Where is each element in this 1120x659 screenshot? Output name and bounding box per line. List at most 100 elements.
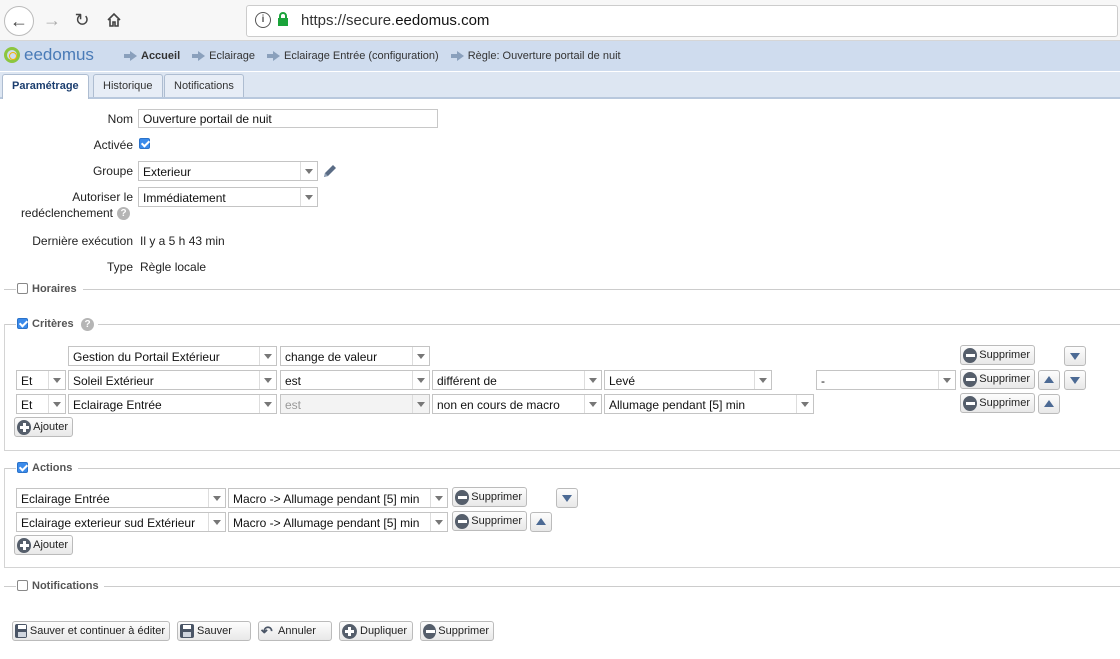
- action-device-select[interactable]: Eclairage Entrée: [16, 488, 226, 508]
- plus-circle-icon: [17, 419, 32, 435]
- home-icon[interactable]: [100, 6, 128, 34]
- horaires-title: Horaires: [32, 283, 77, 295]
- type-label: Type: [106, 260, 133, 274]
- address-bar[interactable]: i https://secure.eedomus.com: [246, 5, 1118, 37]
- eedomus-logo[interactable]: eedomus: [4, 45, 94, 65]
- notifications-checkbox[interactable]: [17, 580, 28, 591]
- horaires-checkbox[interactable]: [17, 283, 28, 294]
- chevron-down-icon: [584, 371, 601, 389]
- help-icon[interactable]: ?: [117, 207, 130, 220]
- chevron-down-icon: [208, 513, 225, 531]
- derniere-execution-value: Il y a 5 h 43 min: [140, 234, 225, 248]
- criteria-operator-select[interactable]: Et: [16, 370, 66, 390]
- chevron-down-icon: [259, 395, 276, 413]
- autoriser-label: Autoriser le: [72, 190, 133, 204]
- chevron-down-icon: [412, 347, 429, 365]
- tab-historique[interactable]: Historique: [93, 74, 163, 97]
- criteria-device-select[interactable]: Soleil Extérieur: [68, 370, 277, 390]
- floppy-disk-icon: [180, 624, 194, 638]
- chevron-down-icon: [259, 371, 276, 389]
- criteria-device-select[interactable]: Gestion du Portail Extérieur: [68, 346, 277, 366]
- supprimer-action-button[interactable]: Supprimer: [452, 511, 527, 531]
- action-select[interactable]: Macro -> Allumage pendant [5] min: [228, 488, 448, 508]
- move-down-button[interactable]: [556, 488, 578, 508]
- forward-arrow-icon[interactable]: →: [38, 6, 66, 34]
- criteria-comparator-select[interactable]: différent de: [432, 370, 602, 390]
- groupe-label: Groupe: [92, 164, 133, 178]
- breadcrumb-item[interactable]: Accueil: [141, 50, 180, 62]
- move-up-button[interactable]: [1038, 370, 1060, 390]
- chevron-down-icon: [430, 489, 447, 507]
- activee-label: Activée: [93, 138, 133, 152]
- chevron-down-icon: [300, 188, 317, 206]
- action-select[interactable]: Macro -> Allumage pendant [5] min: [228, 512, 448, 532]
- chevron-down-icon: [48, 395, 65, 413]
- section-divider: [4, 586, 16, 587]
- criteria-device-select[interactable]: Eclairage Entrée: [68, 394, 277, 414]
- undo-arrow-icon: ↶: [261, 623, 273, 639]
- autoriser-select[interactable]: Immédiatement: [138, 187, 318, 207]
- criteria-extra-select[interactable]: -: [816, 370, 956, 390]
- chevron-down-icon: [412, 371, 429, 389]
- criteria-operator-select[interactable]: Et: [16, 394, 66, 414]
- chevron-down-icon: [300, 162, 317, 180]
- criteria-condition-select[interactable]: est: [280, 370, 430, 390]
- move-up-button[interactable]: [1038, 394, 1060, 414]
- info-icon[interactable]: i: [255, 12, 271, 28]
- tab-parametrage[interactable]: Paramétrage: [2, 74, 89, 99]
- section-divider: [104, 586, 1120, 587]
- nom-input[interactable]: [138, 109, 438, 128]
- url-text: https://secure.eedomus.com: [301, 12, 490, 29]
- derniere-execution-label: Dernière exécution: [32, 234, 133, 248]
- delete-button[interactable]: Supprimer: [420, 621, 494, 641]
- move-up-button[interactable]: [530, 512, 552, 532]
- minus-circle-icon: [963, 347, 978, 363]
- criteria-condition-select[interactable]: change de valeur: [280, 346, 430, 366]
- supprimer-action-button[interactable]: Supprimer: [452, 487, 527, 507]
- breadcrumb-item[interactable]: Eclairage: [209, 50, 255, 62]
- tab-bar: Paramétrage Historique Notifications: [0, 72, 1120, 99]
- move-down-button[interactable]: [1064, 370, 1086, 390]
- breadcrumb-arrow-icon: [192, 51, 206, 61]
- supprimer-criteria-button[interactable]: Supprimer: [960, 345, 1035, 365]
- chevron-down-icon: [430, 513, 447, 531]
- duplicate-plus-icon: [342, 623, 357, 639]
- autoriser-label-2: redéclenchement: [20, 206, 113, 220]
- type-value: Règle locale: [140, 260, 207, 274]
- breadcrumb: Accueil Eclairage Eclairage Entrée (conf…: [118, 50, 627, 62]
- chevron-down-icon: [412, 395, 429, 413]
- section-divider: [4, 289, 16, 290]
- criteria-condition-select: est: [280, 394, 430, 414]
- criteria-value-select[interactable]: Levé: [604, 370, 772, 390]
- breadcrumb-arrow-icon: [124, 51, 137, 61]
- cancel-button[interactable]: ↶ Annuler: [258, 621, 332, 641]
- move-down-button[interactable]: [1064, 346, 1086, 366]
- breadcrumb-item[interactable]: Eclairage Entrée (configuration): [284, 50, 439, 62]
- chevron-down-icon: [754, 371, 771, 389]
- tab-notifications[interactable]: Notifications: [164, 74, 244, 97]
- breadcrumb-item: Règle: Ouverture portail de nuit: [467, 50, 621, 62]
- save-button[interactable]: Sauver: [177, 621, 251, 641]
- notifications-title: Notifications: [32, 580, 99, 592]
- criteria-comparator-select[interactable]: non en cours de macro: [432, 394, 602, 414]
- criteria-value-select[interactable]: Allumage pendant [5] min: [604, 394, 814, 414]
- activee-checkbox[interactable]: [139, 138, 150, 149]
- action-device-select[interactable]: Eclairage exterieur sud Extérieur: [16, 512, 226, 532]
- minus-circle-icon: [455, 513, 470, 529]
- plus-circle-icon: [17, 537, 32, 553]
- save-continue-button[interactable]: Sauver et continuer à éditer: [12, 621, 170, 641]
- reload-icon[interactable]: ↻: [68, 6, 96, 34]
- duplicate-button[interactable]: Dupliquer: [339, 621, 413, 641]
- chevron-down-icon: [48, 371, 65, 389]
- ajouter-action-button[interactable]: Ajouter: [14, 535, 73, 555]
- supprimer-criteria-button[interactable]: Supprimer: [960, 369, 1035, 389]
- chevron-down-icon: [796, 395, 813, 413]
- back-arrow-icon[interactable]: ←: [4, 6, 34, 36]
- supprimer-criteria-button[interactable]: Supprimer: [960, 393, 1035, 413]
- minus-circle-icon: [963, 371, 978, 387]
- chevron-down-icon: [584, 395, 601, 413]
- groupe-select[interactable]: Exterieur: [138, 161, 318, 181]
- section-divider: [83, 289, 1120, 290]
- pencil-icon[interactable]: [321, 162, 339, 183]
- ajouter-criteria-button[interactable]: Ajouter: [14, 417, 73, 437]
